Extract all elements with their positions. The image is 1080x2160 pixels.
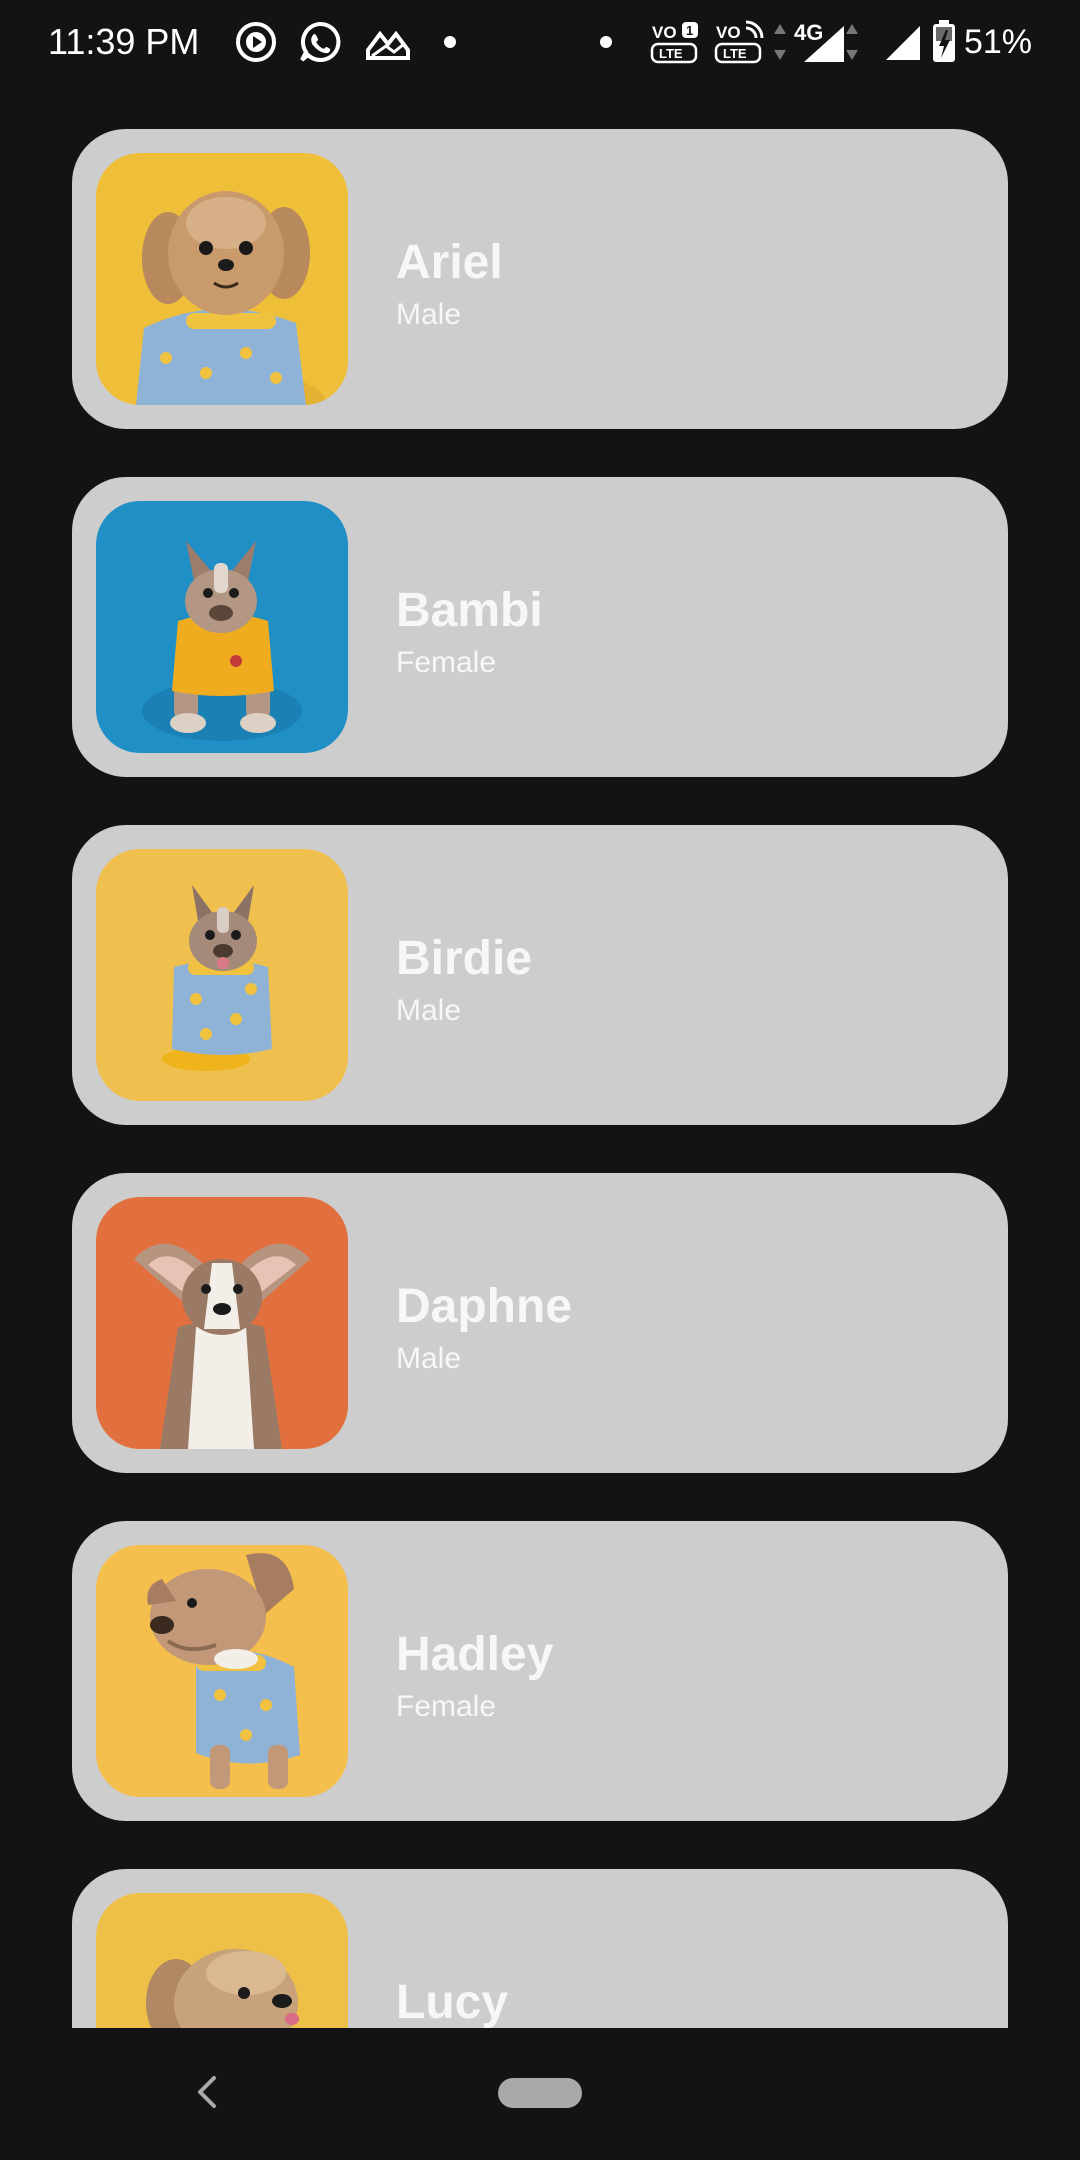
pet-list[interactable]: Ariel Male Bambi Female Birdie Male Daph… xyxy=(0,84,1080,2028)
pet-name: Ariel xyxy=(396,236,503,289)
dog-photo-icon xyxy=(96,501,348,753)
svg-text:4G: 4G xyxy=(794,20,823,45)
pet-card-ariel[interactable]: Ariel Male xyxy=(72,129,1008,429)
pet-photo xyxy=(96,153,348,405)
svg-text:LTE: LTE xyxy=(659,46,683,61)
dot-icon xyxy=(600,36,612,48)
battery-percentage: 51% xyxy=(963,23,1032,61)
dog-photo-icon xyxy=(96,153,348,405)
pet-sex: Female xyxy=(396,646,497,679)
pet-photo xyxy=(96,1545,348,1797)
volte-2-icon: VO LTE xyxy=(714,20,764,64)
pet-photo xyxy=(96,849,348,1101)
pet-card-birdie[interactable]: Birdie Male xyxy=(72,825,1008,1125)
navigation-bar xyxy=(0,2028,1080,2160)
dot-icon xyxy=(444,36,456,48)
status-bar: 11:39 PM VO 1 LTE VO LTE 4G 51% xyxy=(0,0,1080,84)
svg-text:1: 1 xyxy=(686,23,693,38)
pet-name: Lucy xyxy=(396,1976,509,2028)
svg-text:LTE: LTE xyxy=(723,46,747,61)
signal-1-icon xyxy=(886,26,920,60)
svg-text:VO: VO xyxy=(716,23,741,42)
app-screen: 11:39 PM VO 1 LTE VO LTE 4G 51% Ariel Ma… xyxy=(0,0,1080,2160)
pet-name: Bambi xyxy=(396,584,543,637)
pet-card-lucy[interactable]: Lucy xyxy=(72,1869,1008,2028)
pet-name: Hadley xyxy=(396,1628,554,1681)
pet-sex: Male xyxy=(396,994,462,1027)
dog-photo-icon xyxy=(96,1197,348,1449)
play-icon xyxy=(236,22,276,62)
pet-photo xyxy=(96,1893,348,2028)
whatsapp-icon xyxy=(300,21,341,62)
pet-name: Daphne xyxy=(396,1280,573,1333)
pet-card-bambi[interactable]: Bambi Female xyxy=(72,477,1008,777)
pet-card-hadley[interactable]: Hadley Female xyxy=(72,1521,1008,1821)
dog-photo-icon xyxy=(96,849,348,1101)
pet-sex: Male xyxy=(396,298,462,331)
dog-photo-icon xyxy=(96,1893,348,2028)
battery-charging-icon xyxy=(933,20,955,62)
gallery-icon xyxy=(366,30,410,60)
volte-1-icon: VO 1 LTE xyxy=(650,22,698,64)
status-time: 11:39 PM xyxy=(48,21,200,62)
back-icon[interactable] xyxy=(186,2070,230,2114)
pet-card-daphne[interactable]: Daphne Male xyxy=(72,1173,1008,1473)
pet-photo xyxy=(96,501,348,753)
home-pill[interactable] xyxy=(498,2078,582,2108)
svg-text:VO: VO xyxy=(652,23,677,42)
pet-sex: Male xyxy=(396,1342,462,1375)
dog-photo-icon xyxy=(96,1545,348,1797)
pet-photo xyxy=(96,1197,348,1449)
4g-icon: 4G xyxy=(774,20,858,62)
pet-sex: Female xyxy=(396,1690,497,1723)
pet-name: Birdie xyxy=(396,932,533,985)
